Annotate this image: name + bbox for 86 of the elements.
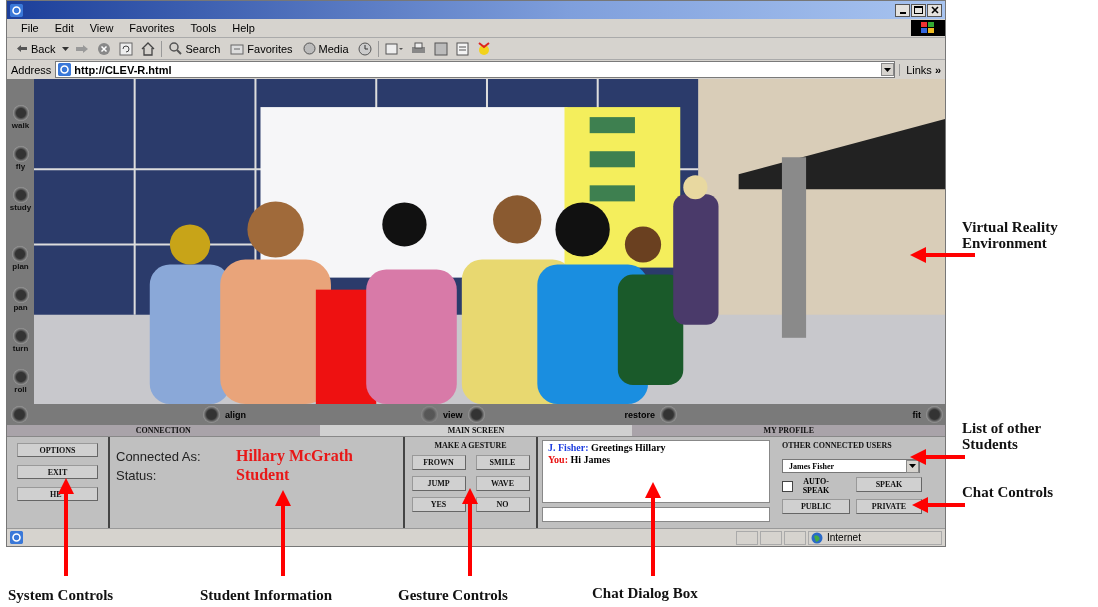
annotation-arrow xyxy=(910,247,975,263)
auto-speak-checkbox[interactable] xyxy=(782,480,793,492)
menu-item[interactable]: Help xyxy=(224,22,263,34)
menu-item[interactable]: File xyxy=(13,22,47,34)
student-name: Hillary McGrath xyxy=(236,447,353,465)
annotation-label: List of other Students xyxy=(962,420,1042,452)
navigation-mode-label[interactable]: plan xyxy=(12,262,29,271)
menu-item[interactable]: View xyxy=(81,22,122,34)
page-status-icon xyxy=(10,531,23,544)
private-button[interactable]: PRIVATE xyxy=(856,499,922,514)
annotation-arrow xyxy=(912,497,965,513)
navigation-mode-icon[interactable] xyxy=(12,287,29,303)
media-button[interactable]: Media xyxy=(299,42,352,55)
navigation-mode-label[interactable]: pan xyxy=(13,303,28,312)
public-button[interactable]: PUBLIC xyxy=(782,499,850,514)
annotation-label: Chat Controls xyxy=(962,484,1054,500)
history-icon[interactable] xyxy=(355,41,374,56)
search-button[interactable]: Search xyxy=(166,42,224,55)
navigation-mode-label[interactable]: turn xyxy=(12,344,29,353)
gesture-button[interactable]: SMILE xyxy=(475,455,530,470)
annotation-label: Chat Dialog Box xyxy=(592,585,699,601)
internet-zone-status: Internet xyxy=(808,530,942,545)
dropdown-caret-icon[interactable] xyxy=(62,46,70,51)
system-button[interactable]: OPTIONS xyxy=(17,443,98,457)
favorites-button[interactable]: Favorites xyxy=(227,42,296,55)
users-heading: OTHER CONNECTED USERS xyxy=(782,441,893,450)
restore-label[interactable]: restore xyxy=(624,409,656,420)
close-button[interactable] xyxy=(927,3,942,17)
system-button[interactable]: EXIT xyxy=(17,465,98,479)
chat-message: J. Fisher: Greetings Hillary xyxy=(548,442,667,454)
annotation-arrow xyxy=(910,449,965,465)
gesture-heading: MAKE A GESTURE xyxy=(434,441,507,450)
status-label: Status: xyxy=(116,468,158,483)
maximize-button[interactable] xyxy=(911,3,926,17)
navigation-mode-icon[interactable] xyxy=(12,369,29,385)
navigation-mode-icon[interactable] xyxy=(12,246,29,262)
navigation-mode-icon[interactable] xyxy=(12,328,29,344)
refresh-icon[interactable] xyxy=(117,41,136,56)
menu-item[interactable]: Tools xyxy=(182,22,225,34)
gesture-button[interactable]: YES xyxy=(411,497,466,512)
navigation-mode-label[interactable]: roll xyxy=(14,385,27,394)
annotation-label: System Controls xyxy=(8,587,115,603)
windows-logo-icon xyxy=(911,20,945,36)
menu-item[interactable]: Favorites xyxy=(121,22,183,34)
student-status: Student xyxy=(236,466,290,484)
tab[interactable]: CONNECTION xyxy=(7,425,320,436)
annotation-label: Gesture Controls xyxy=(398,587,509,603)
status-bar-panel xyxy=(736,530,758,545)
align-label[interactable]: align xyxy=(225,409,246,420)
menu-item[interactable]: Edit xyxy=(46,22,82,34)
chat-message: You: Hi James xyxy=(548,454,612,466)
globe-icon xyxy=(811,531,823,544)
tab[interactable]: MY PROFILE xyxy=(632,425,945,436)
tab[interactable]: MAIN SCREEN xyxy=(319,425,633,436)
gesture-button[interactable]: NO xyxy=(475,497,530,512)
back-arrow-icon xyxy=(16,44,28,53)
chat-input-field[interactable] xyxy=(542,507,770,522)
back-button[interactable]: Back xyxy=(13,42,59,55)
page-icon xyxy=(58,63,72,76)
fit-label[interactable]: fit xyxy=(912,409,921,420)
address-field[interactable]: http://CLEV-R.html xyxy=(55,61,896,78)
view-label: view xyxy=(443,409,463,420)
navigation-mode-icon[interactable] xyxy=(12,146,29,162)
status-bar-panel xyxy=(760,530,782,545)
speak-button[interactable]: SPEAK xyxy=(856,477,922,492)
status-bar-panel xyxy=(784,530,806,545)
navigation-mode-icon[interactable] xyxy=(12,105,29,121)
address-label: Address xyxy=(11,63,52,76)
browser-logo-icon xyxy=(10,3,23,17)
auto-speak-label: AUTO-SPEAK xyxy=(801,477,831,495)
minimize-button[interactable] xyxy=(895,3,910,17)
document-icon[interactable] xyxy=(453,41,471,56)
connected-as-label: Connected As: xyxy=(116,449,202,464)
annotation-label: Virtual Reality Environment xyxy=(962,219,1059,251)
user-dropdown[interactable]: James Fisher xyxy=(782,459,920,473)
gesture-button[interactable]: FROWN xyxy=(411,455,466,470)
navigation-mode-label[interactable]: fly xyxy=(15,162,26,171)
annotation-label: Student Information xyxy=(200,587,334,603)
gesture-button[interactable]: WAVE xyxy=(475,476,530,491)
gesture-button[interactable]: JUMP xyxy=(411,476,466,491)
navigation-mode-label[interactable]: study xyxy=(9,203,32,212)
links-button[interactable]: Links » xyxy=(899,63,941,76)
navigation-mode-label[interactable]: walk xyxy=(11,121,30,130)
disc-icon xyxy=(302,42,316,55)
search-icon xyxy=(169,42,183,55)
navigation-mode-icon[interactable] xyxy=(12,187,29,203)
